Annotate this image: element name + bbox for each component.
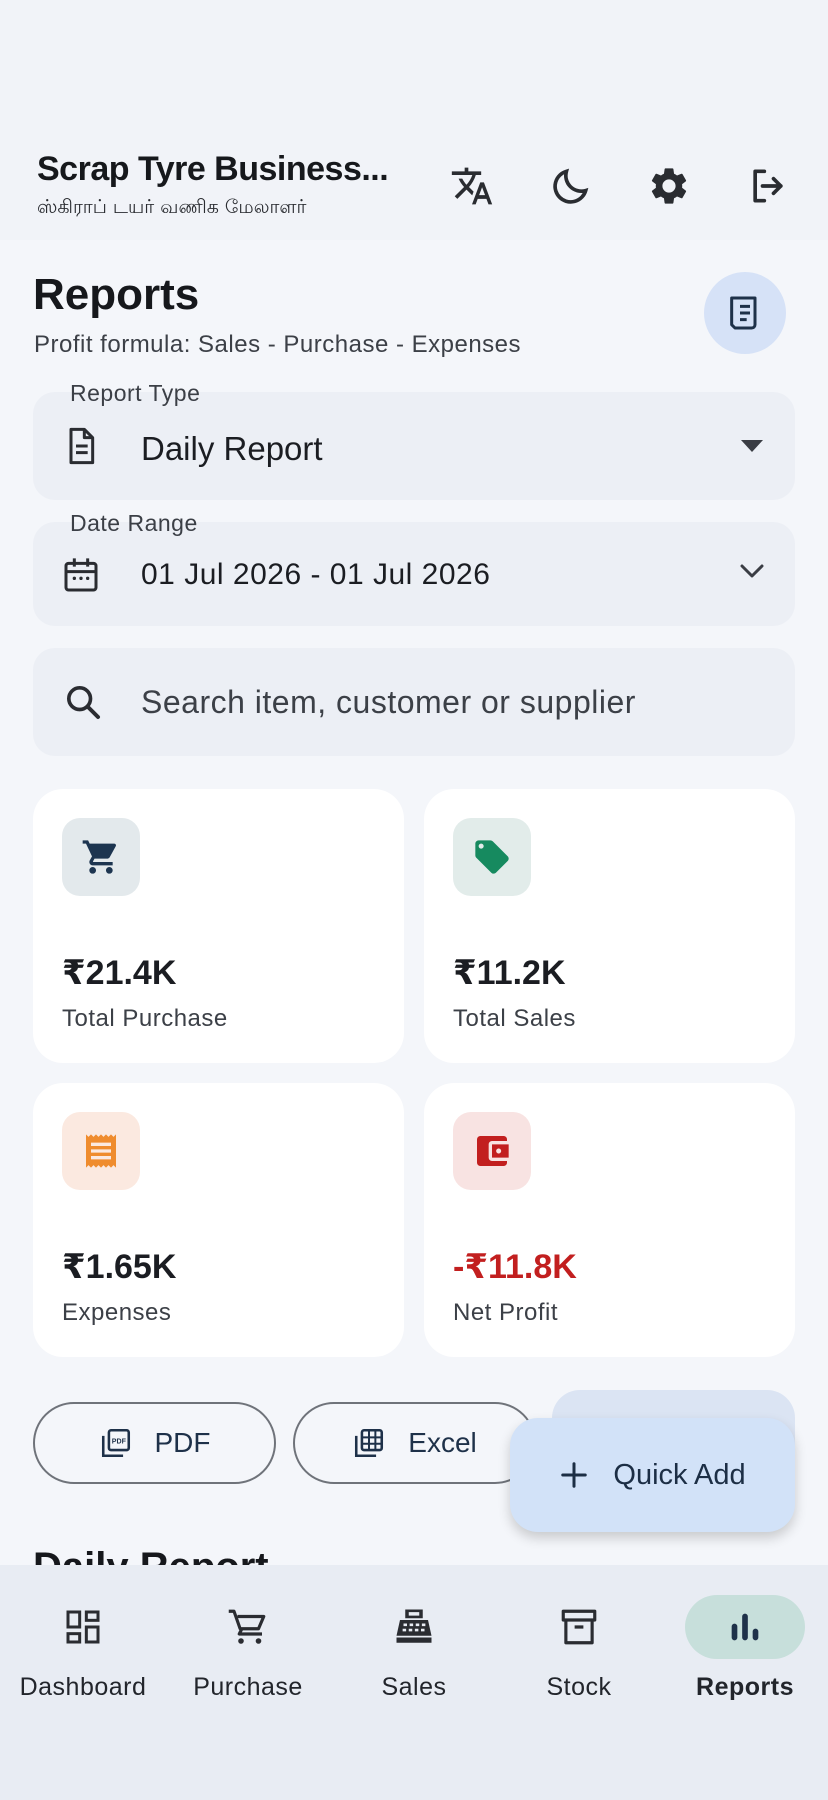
report-type-dropdown[interactable]: Daily Report bbox=[33, 392, 795, 500]
pdf-export-button[interactable]: PDF PDF bbox=[33, 1402, 276, 1484]
net-profit-card[interactable]: -₹11.8K Net Profit bbox=[424, 1083, 795, 1357]
settings-icon[interactable] bbox=[643, 160, 695, 212]
spreadsheet-icon bbox=[355, 1428, 384, 1458]
excel-export-button[interactable]: Excel bbox=[293, 1402, 536, 1484]
app-bar: Scrap Tyre Business... ஸ்கிராப் டயர் வணி… bbox=[0, 0, 828, 240]
card-label: Expenses bbox=[62, 1299, 172, 1326]
dashboard-icon bbox=[23, 1595, 143, 1659]
nav-item-stock[interactable]: Stock bbox=[496, 1565, 662, 1715]
search-input[interactable] bbox=[141, 678, 761, 726]
app-title: Scrap Tyre Business... bbox=[37, 150, 389, 188]
total-purchase-card[interactable]: ₹21.4K Total Purchase bbox=[33, 789, 404, 1063]
nav-item-dashboard[interactable]: Dashboard bbox=[0, 1565, 166, 1715]
card-amount: ₹1.65K bbox=[62, 1248, 177, 1286]
profit-formula-text: Profit formula: Sales - Purchase - Expen… bbox=[34, 331, 522, 358]
nav-label: Stock bbox=[546, 1673, 612, 1701]
dropdown-arrow-icon bbox=[739, 438, 765, 459]
cart-icon bbox=[188, 1595, 308, 1659]
card-label: Total Sales bbox=[453, 1005, 576, 1032]
card-label: Total Purchase bbox=[62, 1005, 228, 1032]
card-amount: ₹11.2K bbox=[453, 954, 566, 992]
expenses-card[interactable]: ₹1.65K Expenses bbox=[33, 1083, 404, 1357]
pdf-icon: PDF bbox=[101, 1428, 130, 1458]
plus-icon bbox=[561, 1462, 588, 1488]
translate-icon[interactable] bbox=[446, 160, 498, 212]
quick-add-button[interactable]: Quick Add bbox=[510, 1418, 795, 1532]
nav-label: Dashboard bbox=[19, 1673, 147, 1701]
nav-item-sales[interactable]: Sales bbox=[331, 1565, 497, 1715]
cart-icon bbox=[62, 818, 140, 896]
page-title: Reports bbox=[33, 270, 200, 319]
register-icon bbox=[354, 1595, 474, 1659]
calendar-icon bbox=[61, 554, 101, 601]
search-bar[interactable] bbox=[33, 648, 795, 756]
total-sales-card[interactable]: ₹11.2K Total Sales bbox=[424, 789, 795, 1063]
card-amount: -₹11.8K bbox=[453, 1248, 577, 1286]
receipt-long-icon bbox=[730, 296, 757, 330]
document-icon bbox=[61, 424, 101, 473]
pdf-label: PDF bbox=[154, 1427, 211, 1458]
bottom-navigation: Dashboard Purchase Sales Stock Reports bbox=[0, 1565, 828, 1800]
wallet-icon bbox=[453, 1112, 531, 1190]
date-range-picker[interactable]: 01 Jul 2026 - 01 Jul 2026 bbox=[33, 522, 795, 626]
logout-icon[interactable] bbox=[742, 160, 794, 212]
nav-item-purchase[interactable]: Purchase bbox=[165, 1565, 331, 1715]
date-range-value: 01 Jul 2026 - 01 Jul 2026 bbox=[141, 558, 491, 591]
quick-add-label: Quick Add bbox=[613, 1458, 746, 1491]
report-type-label: Report Type bbox=[70, 380, 201, 406]
nav-label: Reports bbox=[696, 1673, 794, 1701]
archive-icon bbox=[519, 1595, 639, 1659]
card-label: Net Profit bbox=[453, 1299, 559, 1326]
receipt-icon bbox=[62, 1112, 140, 1190]
nav-label: Sales bbox=[381, 1673, 447, 1701]
nav-label: Purchase bbox=[193, 1673, 303, 1701]
date-range-label: Date Range bbox=[70, 510, 198, 536]
search-icon bbox=[63, 682, 103, 727]
bar-chart-icon bbox=[685, 1595, 805, 1659]
card-amount: ₹21.4K bbox=[62, 954, 177, 992]
svg-text:PDF: PDF bbox=[111, 1438, 126, 1446]
chevron-down-icon bbox=[739, 562, 765, 587]
excel-label: Excel bbox=[408, 1427, 477, 1458]
dark-mode-icon[interactable] bbox=[545, 160, 597, 212]
nav-item-reports[interactable]: Reports bbox=[662, 1565, 828, 1715]
report-type-value: Daily Report bbox=[141, 430, 323, 467]
tag-icon bbox=[453, 818, 531, 896]
report-receipt-button[interactable] bbox=[704, 272, 786, 354]
app-subtitle: ஸ்கிராப் டயர் வணிக மேலாளர் bbox=[37, 196, 307, 218]
